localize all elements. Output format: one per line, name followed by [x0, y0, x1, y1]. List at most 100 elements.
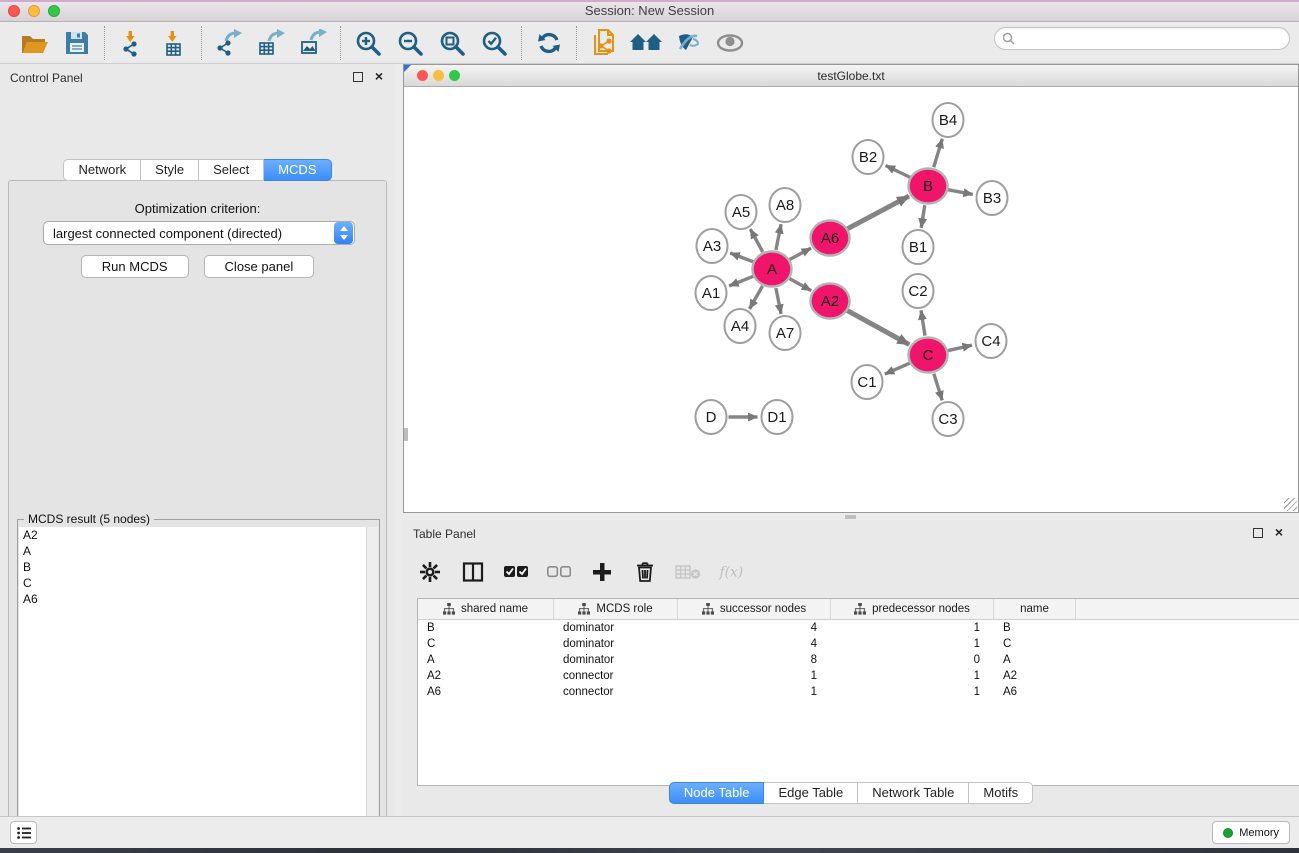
import-table-icon[interactable] — [157, 27, 191, 59]
refresh-icon[interactable] — [532, 27, 566, 59]
table-row[interactable]: A2connector11A2 — [418, 668, 1299, 684]
export-network-icon[interactable] — [212, 27, 246, 59]
table-row[interactable]: Bdominator41B — [418, 620, 1299, 636]
column-header-successor-nodes[interactable]: successor nodes — [678, 599, 831, 619]
result-list-item[interactable]: B — [19, 559, 378, 575]
open-session-icon[interactable] — [18, 27, 52, 59]
edge-C-C2[interactable] — [921, 310, 925, 335]
table-row[interactable]: Cdominator41C — [418, 636, 1299, 652]
node-A7[interactable]: A7 — [770, 316, 801, 350]
export-table-icon[interactable] — [254, 27, 288, 59]
edge-A-A6[interactable] — [789, 248, 811, 260]
node-B[interactable]: B — [909, 169, 948, 204]
edge-A-A2[interactable] — [789, 278, 811, 290]
edge-B-B3[interactable] — [947, 190, 973, 195]
tab-network[interactable]: Network — [63, 159, 141, 181]
network-window-titlebar[interactable]: testGlobe.txt — [404, 65, 1298, 87]
node-A3[interactable]: A3 — [697, 229, 728, 263]
tab-mcds[interactable]: MCDS — [264, 159, 331, 181]
network-canvas[interactable]: B4 B2 B B3 B1 C2 A5 A8 A6 A3 A A1 A4 A7 … — [404, 87, 1298, 512]
edge-A-A8[interactable] — [776, 224, 781, 250]
edge-C-C1[interactable] — [885, 363, 910, 374]
node-B2[interactable]: B2 — [853, 140, 884, 174]
node-C3[interactable]: C3 — [933, 402, 964, 436]
frame-scroll-stub[interactable] — [404, 428, 408, 441]
node-A1[interactable]: A1 — [696, 276, 727, 310]
delete-column-icon[interactable] — [632, 559, 658, 585]
table-float-icon[interactable] — [1253, 528, 1263, 538]
show-panels-button[interactable] — [10, 821, 37, 844]
table-row[interactable]: A6connector11A6 — [418, 684, 1299, 700]
edge-C-C3[interactable] — [934, 374, 942, 401]
zoom-out-icon[interactable] — [393, 27, 427, 59]
home-overview-icon[interactable] — [629, 27, 663, 59]
float-panel-icon[interactable] — [353, 72, 363, 82]
node-C1[interactable]: C1 — [852, 365, 883, 399]
edge-A-A3[interactable] — [730, 253, 754, 262]
result-scrollbar[interactable] — [366, 527, 378, 853]
split-divider-handle[interactable] — [845, 515, 856, 519]
resize-grip-icon[interactable] — [1284, 498, 1297, 511]
zoom-selected-icon[interactable] — [477, 27, 511, 59]
column-header-name[interactable]: name — [994, 599, 1076, 619]
tab-style[interactable]: Style — [141, 159, 199, 181]
edge-A-A5[interactable] — [750, 229, 762, 252]
select-all-checks-icon[interactable] — [503, 559, 529, 585]
node-B3[interactable]: B3 — [977, 181, 1008, 215]
table-settings-icon[interactable] — [417, 559, 443, 585]
result-list-item[interactable]: A — [19, 543, 378, 559]
node-D[interactable]: D — [696, 400, 727, 434]
show-view-icon[interactable] — [713, 27, 747, 59]
column-view-icon[interactable] — [460, 559, 486, 585]
tab-select[interactable]: Select — [199, 159, 264, 181]
table-close-icon[interactable]: × — [1275, 523, 1283, 541]
node-C[interactable]: C — [909, 338, 948, 373]
table-row[interactable]: Adominator80A — [418, 652, 1299, 668]
node-C2[interactable]: C2 — [903, 274, 934, 308]
node-A5[interactable]: A5 — [726, 195, 757, 229]
zoom-in-icon[interactable] — [351, 27, 385, 59]
search-field[interactable] — [994, 27, 1290, 50]
edge-A-A7[interactable] — [776, 288, 781, 314]
close-panel-icon[interactable]: × — [375, 67, 383, 85]
tab-edge-table[interactable]: Edge Table — [764, 782, 858, 804]
result-list-item[interactable]: C — [19, 575, 378, 591]
node-D1[interactable]: D1 — [762, 400, 793, 434]
save-session-icon[interactable] — [60, 27, 94, 59]
memory-button[interactable]: Memory — [1212, 821, 1290, 844]
tab-node-table[interactable]: Node Table — [669, 782, 765, 804]
edge-A-A4[interactable] — [750, 286, 763, 309]
tab-motifs[interactable]: Motifs — [969, 782, 1033, 804]
session-networks-icon[interactable] — [587, 27, 621, 59]
criterion-dropdown[interactable]: largest connected component (directed) — [43, 221, 355, 245]
mcds-result-list[interactable]: A2ABCA6 — [19, 527, 378, 853]
edge-B-B4[interactable] — [934, 139, 943, 168]
hide-graphics-details-icon[interactable] — [671, 27, 705, 59]
node-A6[interactable]: A6 — [811, 221, 850, 256]
edge-A6-B[interactable] — [847, 196, 909, 229]
import-network-icon[interactable] — [115, 27, 149, 59]
edge-A-A1[interactable] — [729, 276, 754, 286]
edge-B-B1[interactable] — [921, 205, 925, 228]
add-column-icon[interactable] — [589, 559, 615, 585]
edge-B-B2[interactable] — [886, 166, 911, 178]
node-B1[interactable]: B1 — [903, 230, 934, 264]
node-A8[interactable]: A8 — [770, 188, 801, 222]
search-input[interactable] — [1015, 28, 1289, 49]
column-header-MCDS-role[interactable]: MCDS role — [554, 599, 678, 619]
result-list-item[interactable]: A2 — [19, 527, 378, 543]
result-list-item[interactable]: A6 — [19, 591, 378, 607]
zoom-fit-icon[interactable] — [435, 27, 469, 59]
node-A2[interactable]: A2 — [811, 284, 850, 319]
tab-network-table[interactable]: Network Table — [858, 782, 969, 804]
node-C4[interactable]: C4 — [976, 324, 1007, 358]
close-panel-button[interactable]: Close panel — [204, 255, 315, 278]
column-header-shared-name[interactable]: shared name — [418, 599, 554, 619]
edge-C-C4[interactable] — [947, 345, 972, 351]
run-mcds-button[interactable]: Run MCDS — [81, 255, 189, 278]
export-image-icon[interactable] — [296, 27, 330, 59]
node-A4[interactable]: A4 — [725, 309, 756, 343]
node-B4[interactable]: B4 — [933, 103, 964, 137]
node-A[interactable]: A — [753, 252, 792, 287]
column-header-predecessor-nodes[interactable]: predecessor nodes — [831, 599, 994, 619]
